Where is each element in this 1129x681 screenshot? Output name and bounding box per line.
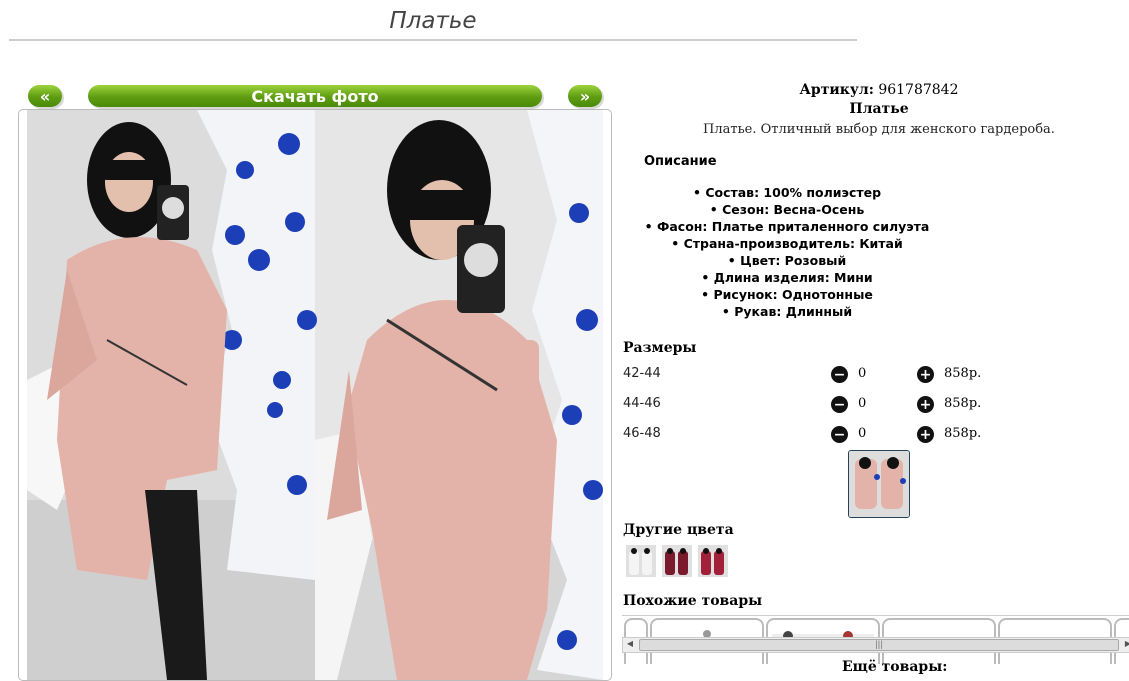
product-photo-frame — [18, 109, 612, 681]
size-row: 44-46 − 0 + 858р. — [623, 394, 1123, 416]
thumbnail-image — [849, 451, 909, 517]
article-label: Артикул: — [799, 82, 874, 98]
minus-circle-icon[interactable]: − — [831, 396, 848, 413]
color-image — [698, 545, 728, 577]
size-label: 46-48 — [623, 426, 661, 441]
product-photo[interactable] — [27, 110, 603, 680]
other-colors-heading: Другие цвета — [623, 522, 734, 538]
size-quantity: 0 — [858, 426, 867, 441]
page-title: Платье — [389, 8, 477, 34]
article: Артикул: 961787842 — [612, 82, 1129, 98]
plus-circle-icon[interactable]: + — [917, 426, 934, 443]
plus-circle-icon[interactable]: + — [917, 396, 934, 413]
size-quantity: 0 — [858, 396, 867, 411]
spec-item: Рисунок: Однотонные — [612, 286, 962, 303]
more-products-heading: Ещё товары: — [842, 659, 948, 675]
description-heading: Описание — [644, 154, 717, 169]
spec-item: Фасон: Платье приталенного силуэта — [612, 218, 962, 235]
spec-item: Цвет: Розовый — [612, 252, 962, 269]
size-price: 858р. — [944, 366, 982, 381]
scroll-left-icon[interactable]: ◀ — [624, 638, 636, 650]
size-quantity: 0 — [858, 366, 867, 381]
color-image — [626, 545, 656, 577]
size-row: 46-48 − 0 + 858р. — [623, 424, 1123, 446]
product-short-description: Платье. Отличный выбор для женского гард… — [703, 122, 1055, 137]
spec-list: Состав: 100% полиэстер Сезон: Весна-Осен… — [612, 184, 962, 320]
spec-item: Страна-производитель: Китай — [612, 235, 962, 252]
similar-heading: Похожие товары — [623, 593, 763, 609]
minus-circle-icon[interactable]: − — [831, 426, 848, 443]
spec-item: Длина изделия: Мини — [612, 269, 962, 286]
color-thumb-burgundy[interactable] — [662, 545, 692, 577]
color-thumb-red[interactable] — [698, 545, 728, 577]
spec-item: Сезон: Весна-Осень — [612, 201, 962, 218]
size-row: 42-44 − 0 + 858р. — [623, 364, 1123, 386]
size-price: 858р. — [944, 426, 982, 441]
spec-item: Рукав: Длинный — [612, 303, 962, 320]
title-divider — [9, 39, 857, 41]
size-label: 42-44 — [623, 366, 661, 381]
prev-photo-button[interactable]: « — [28, 85, 62, 107]
next-photo-button[interactable]: » — [568, 85, 602, 107]
color-image — [662, 545, 692, 577]
spec-item: Состав: 100% полиэстер — [612, 184, 962, 201]
sizes-heading: Размеры — [623, 340, 697, 356]
similar-scrollbar[interactable]: ◀ ||| ▶ — [622, 637, 1129, 653]
size-price: 858р. — [944, 396, 982, 411]
size-photo-thumbnail[interactable] — [848, 450, 910, 518]
scroll-thumb[interactable]: ||| — [639, 639, 1119, 651]
download-photo-button[interactable]: Скачать фото — [88, 85, 542, 107]
scroll-right-icon[interactable]: ▶ — [1122, 638, 1129, 650]
product-name: Платье — [849, 101, 909, 117]
color-thumb-white[interactable] — [626, 545, 656, 577]
minus-circle-icon[interactable]: − — [831, 366, 848, 383]
article-value: 961787842 — [878, 82, 959, 98]
size-label: 44-46 — [623, 396, 661, 411]
plus-circle-icon[interactable]: + — [917, 366, 934, 383]
